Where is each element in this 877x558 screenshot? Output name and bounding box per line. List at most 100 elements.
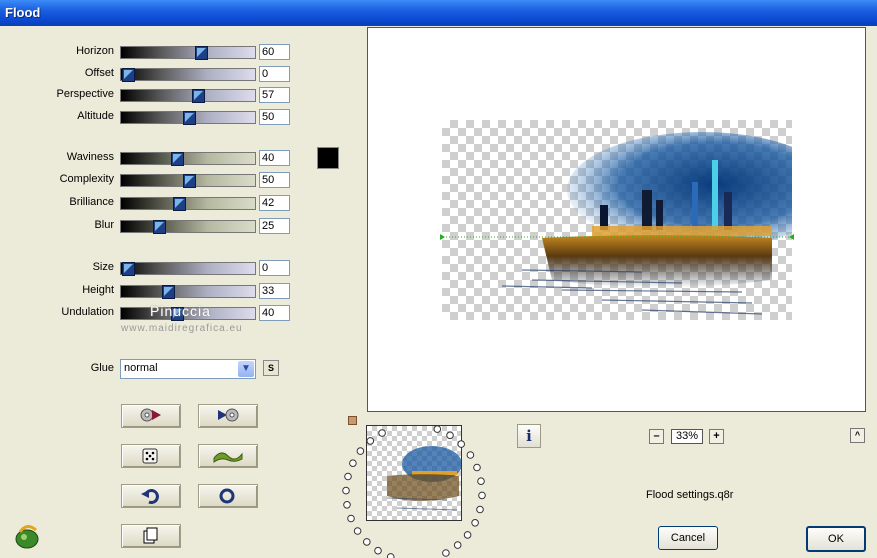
copy-icon (143, 527, 158, 544)
ring-dot (478, 491, 486, 500)
randomize-button[interactable] (121, 444, 181, 468)
copy-button[interactable] (121, 524, 181, 548)
ring-dot (457, 440, 465, 448)
ring-dot (477, 477, 485, 486)
save-preset-icon (218, 408, 239, 422)
slider-label-blur: Blur (94, 219, 114, 231)
ring-dot (366, 437, 375, 445)
chevron-down-icon[interactable]: ▼ (238, 361, 254, 377)
horizon-line[interactable] (440, 232, 794, 242)
slider-label-brilliance: Brilliance (69, 196, 114, 208)
ring-dot (466, 451, 475, 459)
watermark-url: www.maidiregrafica.eu (121, 323, 243, 334)
ring-dot (453, 541, 462, 549)
slider-thumb[interactable] (122, 262, 135, 276)
value-field-brilliance[interactable]: 42 (259, 195, 290, 211)
value-field-offset[interactable]: 0 (259, 66, 290, 82)
ring-dot (342, 486, 350, 495)
slider-label-complexity: Complexity (59, 173, 114, 185)
slider-label-perspective: Perspective (56, 88, 114, 100)
slider-label-waviness: Waviness (66, 151, 114, 163)
slider-track-waviness[interactable] (120, 152, 256, 166)
color-swatch[interactable] (317, 147, 339, 169)
ring-dot (378, 429, 386, 437)
cancel-button[interactable]: Cancel (658, 526, 718, 550)
save-preset-button[interactable] (198, 404, 258, 428)
window-title: Flood (5, 5, 41, 20)
value-field-complexity[interactable]: 50 (259, 172, 290, 188)
ring-dot (343, 501, 351, 509)
title-bar: Flood (0, 0, 877, 26)
ok-button[interactable]: OK (806, 526, 866, 552)
ring-dot (463, 531, 472, 539)
settings-filename: Flood settings.q8r (646, 489, 734, 501)
load-preset-icon (140, 408, 161, 422)
slider-thumb[interactable] (171, 152, 184, 166)
undo-icon (141, 489, 159, 504)
ring-dot (442, 549, 450, 557)
wave-icon (213, 452, 243, 463)
slider-label-offset: Offset (84, 67, 114, 79)
reset-icon (219, 488, 235, 504)
slider-thumb[interactable] (192, 89, 205, 103)
slider-thumb[interactable] (173, 197, 186, 211)
slider-track-brilliance[interactable] (120, 197, 256, 211)
glue-dropdown[interactable]: normal ▼ (120, 359, 256, 379)
ring-dot (473, 463, 481, 472)
value-field-perspective[interactable]: 57 (259, 87, 290, 103)
value-field-horizon[interactable]: 60 (259, 44, 290, 60)
value-field-blur[interactable]: 25 (259, 218, 290, 234)
value-field-undulation[interactable]: 40 (259, 305, 290, 321)
zoom-in-button[interactable]: + (709, 429, 724, 444)
slider-thumb[interactable] (162, 285, 175, 299)
glue-value: normal (124, 362, 158, 374)
zoom-level: 33% (671, 429, 703, 444)
slider-track-size[interactable] (120, 262, 256, 276)
slider-thumb[interactable] (183, 111, 196, 125)
randomize-icon (142, 448, 158, 464)
value-field-size[interactable]: 0 (259, 260, 290, 276)
slider-label-altitude: Altitude (77, 110, 114, 122)
glue-label: Glue (90, 362, 114, 374)
slider-label-size: Size (92, 261, 114, 273)
load-preset-button[interactable] (121, 404, 181, 428)
slider-track-blur[interactable] (120, 220, 256, 234)
glue-s-button[interactable]: S (263, 360, 279, 376)
value-field-waviness[interactable]: 40 (259, 150, 290, 166)
slider-track-perspective[interactable] (120, 89, 256, 103)
ring-dot (476, 505, 484, 514)
slider-track-offset[interactable] (120, 68, 256, 82)
plugin-logo-icon (15, 525, 39, 549)
info-button[interactable]: i (517, 424, 541, 448)
preview-image (442, 120, 792, 320)
ring-dot (349, 459, 357, 468)
slider-thumb[interactable] (122, 68, 135, 82)
ring-dot (344, 472, 352, 481)
reset-button[interactable] (198, 484, 258, 508)
ring-dot (356, 447, 365, 455)
ring-dot (353, 527, 362, 535)
slider-track-horizon[interactable] (120, 46, 256, 60)
slider-label-horizon: Horizon (76, 45, 114, 57)
slider-thumb[interactable] (195, 46, 208, 60)
slider-track-height[interactable] (120, 285, 256, 299)
zoom-out-button[interactable]: – (649, 429, 664, 444)
value-field-altitude[interactable]: 50 (259, 109, 290, 125)
slider-thumb[interactable] (183, 174, 196, 188)
slider-track-altitude[interactable] (120, 111, 256, 125)
value-field-height[interactable]: 33 (259, 283, 290, 299)
ring-dot (433, 425, 442, 433)
wave-button[interactable] (198, 444, 258, 468)
ring-dot (446, 431, 454, 440)
slider-track-complexity[interactable] (120, 174, 256, 188)
ring-dot (386, 553, 395, 558)
ring-dot (471, 519, 479, 527)
ring-dot (363, 538, 371, 546)
navigator-ring (342, 425, 486, 558)
scroll-up-button[interactable]: ^ (850, 428, 865, 443)
slider-label-height: Height (82, 284, 114, 296)
ring-dot (347, 514, 355, 523)
undo-button[interactable] (121, 484, 181, 508)
slider-thumb[interactable] (153, 220, 166, 234)
slider-label-undulation: Undulation (61, 306, 114, 318)
